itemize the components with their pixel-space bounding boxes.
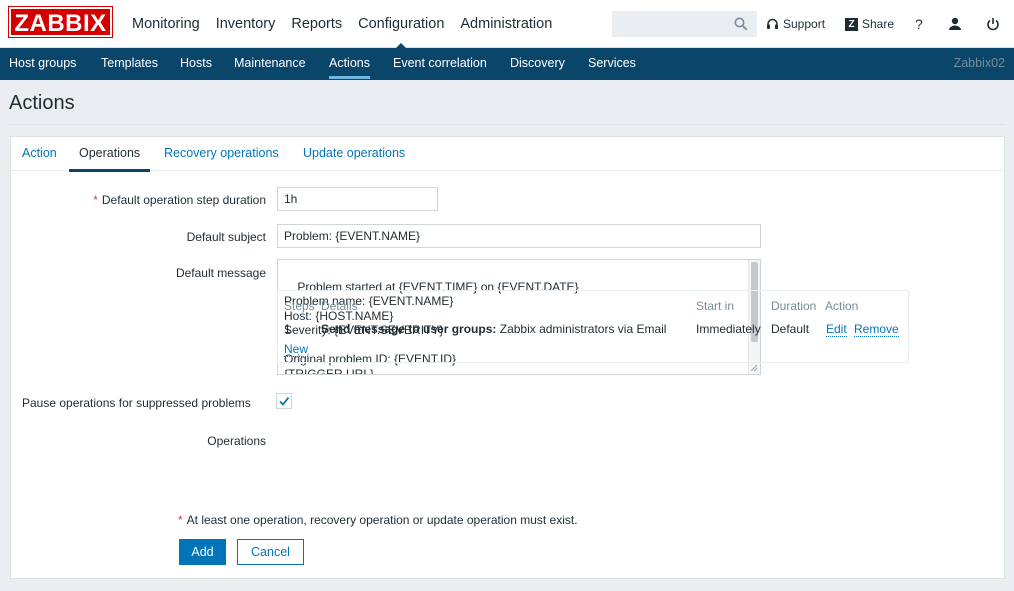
- top-header: ZABBIX Monitoring Inventory Reports Conf…: [0, 0, 1014, 49]
- share-label: Share: [862, 17, 895, 31]
- operations-table: Steps Details Start in Duration Action 1…: [277, 290, 909, 363]
- default-message-label: Default message: [175, 266, 266, 280]
- subnav-templates[interactable]: Templates: [101, 48, 158, 80]
- user-icon: [949, 17, 961, 30]
- power-icon: [987, 18, 999, 31]
- default-subject-label: Default subject: [186, 230, 266, 244]
- subnav-maintenance[interactable]: Maintenance: [234, 48, 306, 80]
- tab-operations[interactable]: Operations: [68, 137, 151, 172]
- remove-operation-link[interactable]: Remove: [854, 322, 899, 337]
- share-icon: Z: [845, 17, 858, 31]
- required-asterisk: *: [93, 193, 98, 207]
- col-start-in: Start in: [696, 299, 735, 313]
- subnav-actions[interactable]: Actions: [329, 48, 370, 80]
- title-divider: [9, 124, 1005, 125]
- cancel-button[interactable]: Cancel: [237, 539, 304, 565]
- share-link[interactable]: Z Share: [845, 0, 894, 48]
- add-button[interactable]: Add: [179, 539, 226, 565]
- col-steps: Steps: [284, 299, 315, 313]
- zabbix-logo[interactable]: ZABBIX: [8, 6, 113, 38]
- checkmark-icon: [279, 396, 290, 406]
- subnav-services[interactable]: Services: [588, 48, 636, 80]
- headset-icon: [767, 18, 778, 29]
- help-icon[interactable]: ?: [915, 0, 923, 48]
- nav-reports[interactable]: Reports: [283, 0, 350, 48]
- row-details: Send message to user groups: Zabbix admi…: [321, 322, 667, 336]
- nav-monitoring[interactable]: Monitoring: [124, 0, 208, 48]
- step-duration-label: * Default operation step duration: [93, 193, 266, 207]
- col-duration: Duration: [771, 299, 817, 313]
- operations-label: Operations: [207, 434, 266, 448]
- server-name: Zabbix02: [953, 56, 1005, 70]
- tab-update-operations[interactable]: Update operations: [303, 137, 405, 171]
- col-details: Details: [321, 299, 358, 313]
- new-operation-link[interactable]: New: [284, 342, 309, 357]
- support-link[interactable]: Support: [766, 0, 825, 48]
- search-icon[interactable]: [734, 17, 748, 31]
- tab-recovery-operations[interactable]: Recovery operations: [164, 137, 279, 171]
- nav-inventory[interactable]: Inventory: [208, 0, 284, 48]
- pause-operations-checkbox[interactable]: [276, 393, 292, 409]
- default-subject-field[interactable]: Problem: {EVENT.NAME}: [277, 224, 761, 248]
- row-duration: Default: [771, 322, 810, 336]
- row-start-in: Immediately: [696, 322, 761, 336]
- subnav-hosts[interactable]: Hosts: [180, 48, 212, 80]
- resize-grip-icon[interactable]: [750, 364, 758, 372]
- user-profile-icon[interactable]: [948, 0, 962, 48]
- sign-out-icon[interactable]: [986, 0, 1000, 48]
- nav-administration[interactable]: Administration: [452, 0, 560, 48]
- subnav-host-groups[interactable]: Host groups: [9, 48, 76, 80]
- row-step: 1: [284, 322, 291, 336]
- tab-action[interactable]: Action: [22, 137, 57, 171]
- support-label: Support: [783, 17, 826, 31]
- edit-operation-link[interactable]: Edit: [826, 322, 847, 337]
- step-duration-field[interactable]: 1h: [277, 187, 438, 211]
- subnav-event-correlation[interactable]: Event correlation: [393, 48, 487, 80]
- nav-configuration[interactable]: Configuration: [350, 0, 452, 49]
- search-input[interactable]: [612, 11, 757, 37]
- tab-bar: Action Operations Recovery operations Up…: [11, 137, 1004, 172]
- sub-nav: Host groups Templates Hosts Maintenance …: [0, 48, 1014, 80]
- main-nav: Monitoring Inventory Reports Configurati…: [124, 0, 560, 49]
- col-action: Action: [825, 299, 859, 313]
- validation-note: * At least one operation, recovery operat…: [178, 513, 578, 527]
- page-title: Actions: [9, 92, 75, 114]
- subnav-discovery[interactable]: Discovery: [510, 48, 565, 80]
- pause-operations-label: Pause operations for suppressed problems: [22, 396, 251, 410]
